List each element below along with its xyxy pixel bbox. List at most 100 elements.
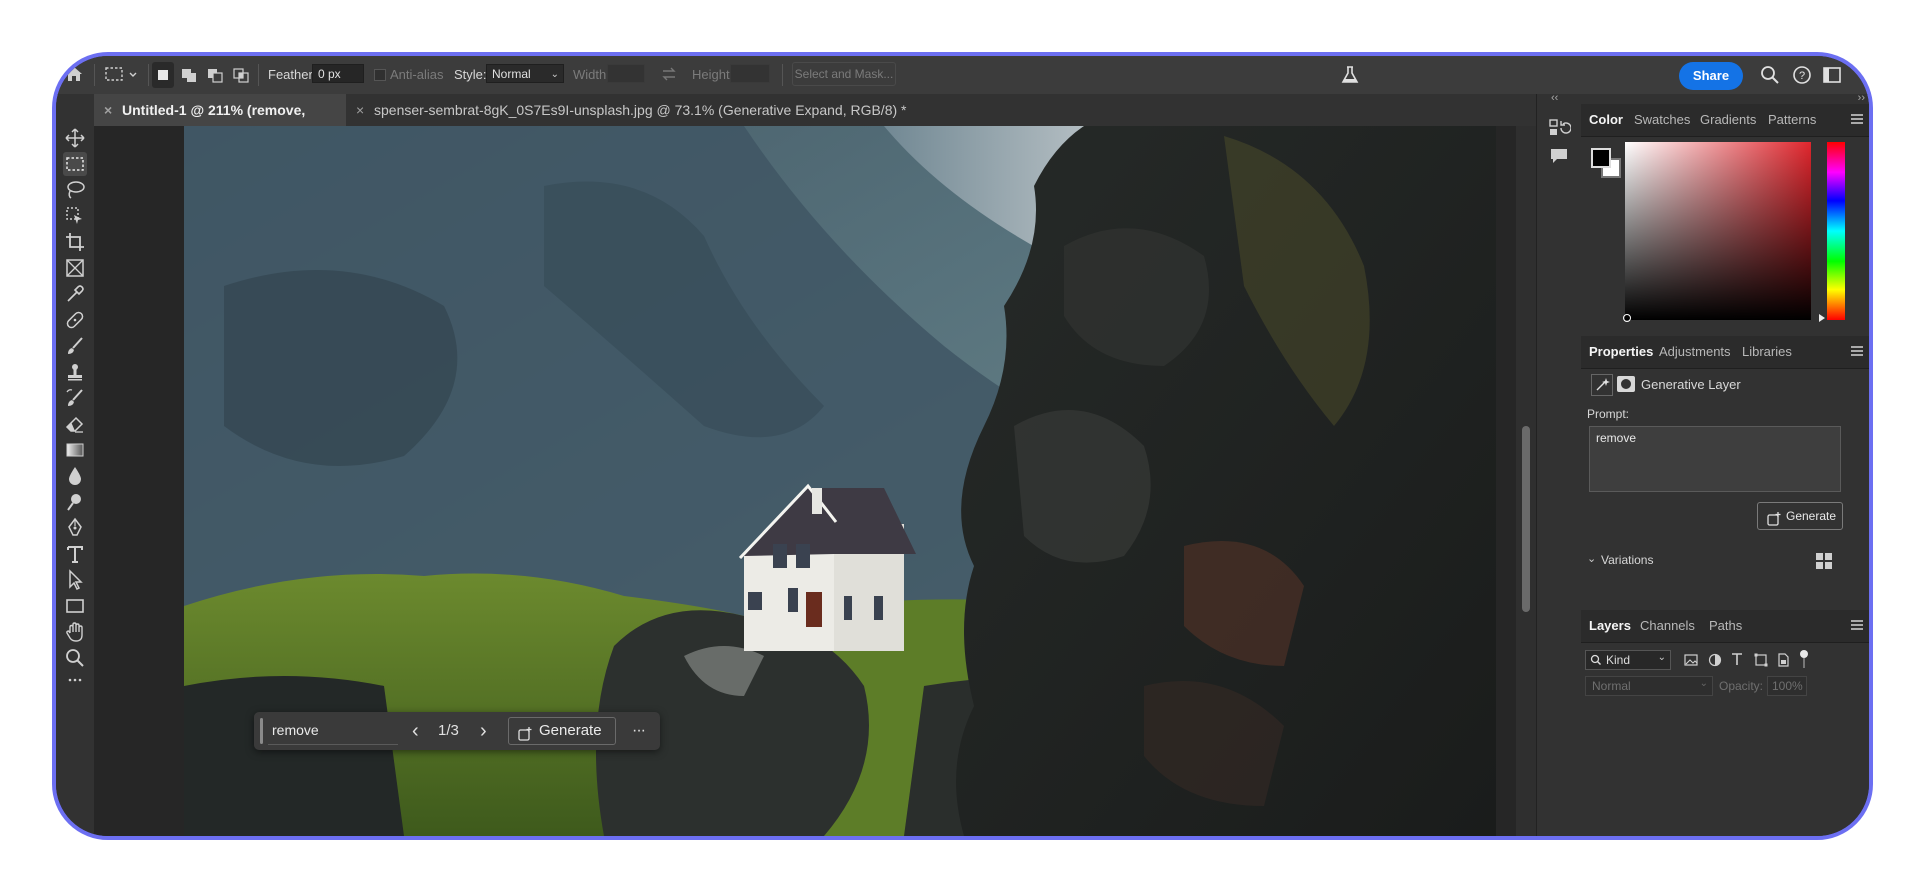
select-and-mask-button[interactable]: Select and Mask...	[792, 62, 896, 86]
frame-tool-icon[interactable]	[63, 256, 87, 280]
height-input[interactable]	[730, 64, 770, 83]
path-selection-tool-icon[interactable]	[63, 568, 87, 592]
pen-tool-icon[interactable]	[63, 516, 87, 540]
layer-filter-select[interactable]: Kind ⌄	[1585, 650, 1671, 670]
foreground-color-swatch[interactable]	[1591, 148, 1611, 168]
grid-view-icon[interactable]	[1815, 552, 1833, 570]
tab-paths[interactable]: Paths	[1709, 610, 1742, 642]
scrollbar-thumb[interactable]	[1522, 426, 1530, 612]
smart-object-filter-icon[interactable]	[1775, 652, 1791, 668]
blur-tool-icon[interactable]	[63, 464, 87, 488]
hand-tool-icon[interactable]	[63, 620, 87, 644]
tab-untitled-1[interactable]: × Untitled-1 @ 211% (remove, RGB/8) *	[94, 94, 346, 150]
new-selection-icon[interactable]	[152, 62, 174, 88]
collapse-icon[interactable]: ‹‹	[1551, 92, 1558, 104]
tab-gradients[interactable]: Gradients	[1700, 104, 1756, 136]
hue-slider[interactable]	[1827, 142, 1845, 320]
add-to-selection-icon[interactable]	[178, 62, 200, 88]
tab-label: spenser-sembrat-8gK_0S7Es9I-unsplash.jpg…	[374, 102, 907, 118]
blend-mode-select[interactable]: Normal ⌄	[1585, 676, 1713, 696]
healing-brush-tool-icon[interactable]	[63, 308, 87, 332]
separator	[148, 64, 149, 86]
style-select[interactable]: Normal ⌄	[486, 64, 564, 83]
comments-icon[interactable]	[1547, 144, 1571, 168]
previous-variation-icon[interactable]: ‹	[412, 712, 419, 750]
opacity-input[interactable]: 100%	[1767, 676, 1807, 696]
flask-icon[interactable]	[1339, 64, 1361, 86]
generate-button[interactable]: Generate	[508, 717, 616, 745]
tab-channels[interactable]: Channels	[1640, 610, 1695, 642]
object-selection-tool-icon[interactable]	[63, 204, 87, 228]
variations-section[interactable]: ⌄ Variations	[1587, 552, 1847, 572]
layer-mask-icon	[1617, 376, 1635, 392]
more-tools-icon[interactable]	[63, 672, 87, 696]
subtract-from-selection-icon[interactable]	[204, 62, 226, 88]
help-icon[interactable]: ?	[1791, 64, 1813, 86]
image-filter-icon[interactable]	[1683, 652, 1699, 668]
panel-menu-icon[interactable]	[1851, 620, 1863, 630]
marquee-tool-icon[interactable]	[63, 152, 87, 176]
layer-filter-label: Kind	[1606, 653, 1631, 667]
feather-input[interactable]: 0 px	[312, 64, 364, 83]
close-icon[interactable]: ×	[104, 94, 112, 126]
style-label: Style:	[454, 67, 487, 82]
gradient-tool-icon[interactable]	[63, 438, 87, 462]
canvas-area[interactable]: remove ‹ 1/3 › Generate ···	[94, 126, 1536, 836]
eyedropper-tool-icon[interactable]	[63, 282, 87, 306]
variation-counter: 1/3	[438, 722, 459, 739]
contextual-task-bar: remove ‹ 1/3 › Generate ···	[254, 712, 660, 750]
anti-alias-checkbox[interactable]	[374, 69, 386, 81]
panel-menu-icon[interactable]	[1851, 114, 1863, 124]
blend-mode-value: Normal	[1592, 679, 1631, 693]
crop-tool-icon[interactable]	[63, 230, 87, 254]
chevron-down-icon: ⌄	[550, 69, 559, 80]
color-field[interactable]	[1625, 142, 1811, 320]
collapse-icon[interactable]: ››	[1858, 92, 1865, 104]
width-input[interactable]	[607, 64, 645, 83]
stamp-tool-icon[interactable]	[63, 360, 87, 384]
type-filter-icon[interactable]	[1729, 651, 1745, 667]
drag-handle[interactable]	[260, 718, 263, 744]
chevron-down-icon: ⌄	[1699, 678, 1708, 689]
style-select-value: Normal	[492, 67, 531, 81]
history-brush-tool-icon[interactable]	[63, 386, 87, 410]
more-options-icon[interactable]: ···	[632, 712, 646, 750]
workspace-icon[interactable]	[1821, 64, 1843, 86]
properties-generate-button[interactable]: Generate	[1757, 502, 1843, 530]
zoom-tool-icon[interactable]	[63, 646, 87, 670]
share-button[interactable]: Share	[1679, 62, 1743, 90]
close-icon[interactable]: ×	[356, 94, 364, 126]
filter-toggle[interactable]	[1799, 650, 1809, 670]
shape-filter-icon[interactable]	[1753, 652, 1769, 668]
search-icon[interactable]	[1759, 64, 1781, 86]
move-tool-icon[interactable]	[63, 126, 87, 150]
tab-properties[interactable]: Properties	[1589, 336, 1653, 368]
home-icon[interactable]	[62, 62, 86, 86]
history-icon[interactable]	[1547, 116, 1572, 140]
tab-swatches[interactable]: Swatches	[1634, 104, 1690, 136]
type-tool-icon[interactable]	[63, 542, 87, 566]
adjustment-filter-icon[interactable]	[1707, 652, 1723, 668]
intersect-selection-icon[interactable]	[230, 62, 252, 88]
tab-patterns[interactable]: Patterns	[1768, 104, 1816, 136]
tab-adjustments[interactable]: Adjustments	[1659, 336, 1731, 368]
tab-color[interactable]: Color	[1589, 104, 1623, 136]
tab-spenser-sembrat[interactable]: × spenser-sembrat-8gK_0S7Es9I-unsplash.j…	[346, 94, 946, 126]
panel-menu-icon[interactable]	[1851, 346, 1863, 356]
prompt-textarea[interactable]: remove	[1589, 426, 1841, 492]
swap-dimensions-icon[interactable]	[660, 66, 678, 82]
brush-tool-icon[interactable]	[63, 334, 87, 358]
tab-layers[interactable]: Layers	[1589, 610, 1631, 642]
select-and-mask-label: Select and Mask...	[794, 67, 894, 81]
marquee-preset-icon[interactable]	[102, 64, 142, 86]
tab-libraries[interactable]: Libraries	[1742, 336, 1792, 368]
hue-slider-marker[interactable]	[1819, 314, 1825, 322]
eraser-tool-icon[interactable]	[63, 412, 87, 436]
prompt-input[interactable]: remove	[268, 717, 398, 745]
lasso-tool-icon[interactable]	[63, 178, 87, 202]
dodge-tool-icon[interactable]	[63, 490, 87, 514]
next-variation-icon[interactable]: ›	[480, 712, 487, 750]
color-picker-marker[interactable]	[1623, 314, 1631, 322]
vertical-scrollbar[interactable]	[1516, 126, 1536, 836]
rectangle-tool-icon[interactable]	[63, 594, 87, 618]
